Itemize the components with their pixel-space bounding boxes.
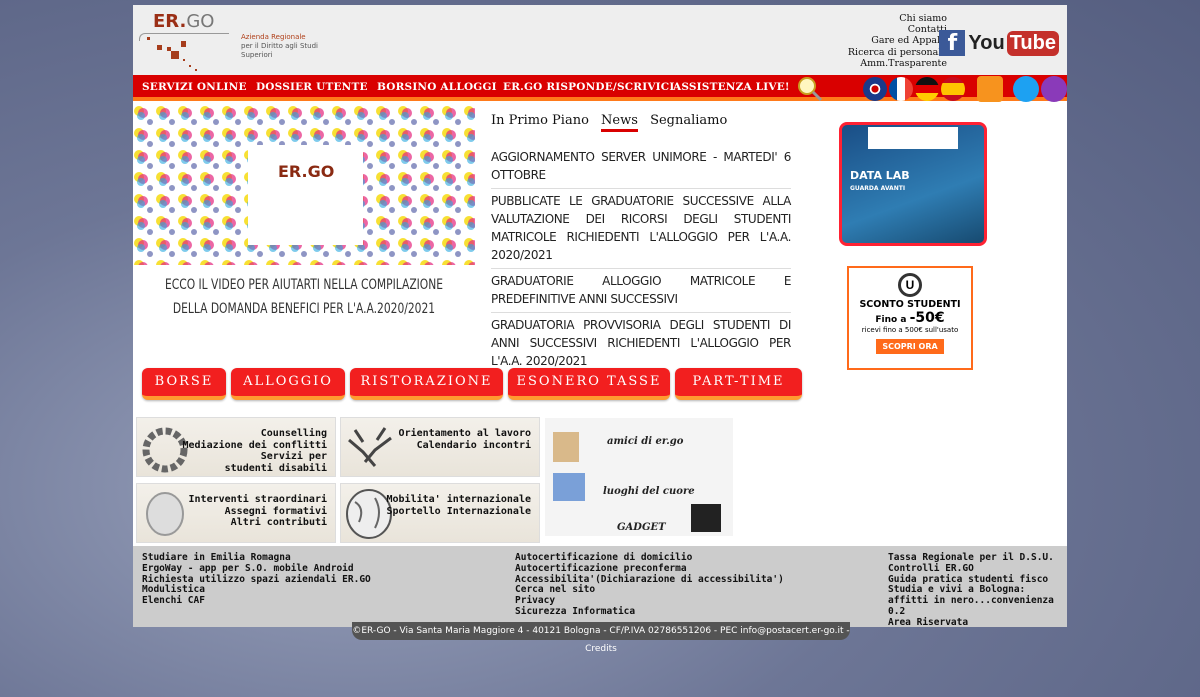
news-list: AGGIORNAMENTO SERVER UNIMORE - MARTEDI' …: [491, 145, 791, 374]
gadget-text: amici di er.go: [607, 436, 684, 447]
logo-subtitle: Azienda Regionale per il Diritto agli Stu…: [241, 33, 318, 59]
facebook-icon[interactable]: f: [939, 30, 966, 56]
news-item[interactable]: PUBBLICATE LE GRADUATORIE SUCCESSIVE ALL…: [491, 189, 791, 269]
page: ER.GO Azienda Regionale per il Diritto ag…: [133, 5, 1067, 629]
flag-germany-icon[interactable]: [915, 77, 939, 101]
footer-link[interactable]: Cerca nel sito: [515, 585, 784, 596]
footer-link[interactable]: Controlli ER.GO: [888, 563, 1063, 575]
video-caption[interactable]: ECCO IL VIDEO PER AIUTARTI NELLA COMPILA…: [159, 273, 450, 321]
video-thumbnail: ER.GO: [133, 105, 475, 265]
news-item[interactable]: GRADUATORIE ALLOGGIO MATRICOLE E PREDEFI…: [491, 269, 791, 313]
header: ER.GO Azienda Regionale per il Diritto ag…: [133, 5, 1067, 75]
social-links: f You Tube: [939, 30, 1059, 56]
tile-counselling[interactable]: Counselling Mediazione dei conflitti Servi…: [136, 417, 336, 477]
nav-assistenza-live[interactable]: ASSISTENZA LIVE!: [673, 81, 790, 93]
gadget-text: luoghi del cuore: [603, 486, 695, 497]
datalab-title: DATA LAB: [850, 169, 910, 182]
news-item[interactable]: GRADUATORIA PROVVISORIA DEGLI STUDENTI D…: [491, 313, 791, 374]
ergo-logo[interactable]: ER.GO Azienda Regionale per il Diritto ag…: [139, 9, 339, 73]
tile-orientamento[interactable]: Orientamento al lavoro Calendario incontr…: [340, 417, 540, 477]
tshirt-image: [691, 504, 721, 532]
footer-link[interactable]: Elenchi CAF: [142, 595, 371, 607]
tile-interventi[interactable]: Interventi straordinari Assegni formativi…: [136, 483, 336, 543]
handshake-icon: [348, 427, 392, 467]
toplink[interactable]: Gare ed Appalti: [848, 35, 947, 46]
news-tabs: In Primo Piano News Segnaliamo: [491, 113, 735, 132]
twitter-icon[interactable]: [1013, 76, 1039, 102]
toplink[interactable]: Ricerca di personale: [848, 47, 947, 58]
nav-dossier-utente[interactable]: DOSSIER UTENTE: [256, 81, 368, 93]
footer-link[interactable]: Studia e vivi a Bologna: affitti in nero…: [888, 584, 1063, 617]
tab-news[interactable]: News: [601, 113, 638, 132]
datalab-ad[interactable]: DATA LAB GUARDA AVANTI: [839, 122, 987, 246]
u-logo-icon: U: [898, 273, 922, 297]
ristorazione-button[interactable]: RISTORAZIONE: [350, 368, 503, 400]
flag-spain-icon[interactable]: [941, 77, 965, 101]
part-time-button[interactable]: PART-TIME: [675, 368, 802, 400]
rss-icon[interactable]: [977, 76, 1003, 102]
toplink[interactable]: Amm.Trasparente: [848, 58, 947, 69]
video-banner[interactable]: ER.GO: [133, 105, 475, 265]
footer-col-1: Studiare in Emilia Romagna ErgoWay - app…: [142, 552, 371, 607]
nav-borsino-alloggi[interactable]: BORSINO ALLOGGI: [377, 81, 497, 93]
footer-link[interactable]: Area Riservata: [888, 617, 1063, 629]
logo-text: ER.GO: [153, 11, 215, 32]
tab-segnaliamo[interactable]: Segnaliamo: [650, 113, 727, 128]
news-item[interactable]: AGGIORNAMENTO SERVER UNIMORE - MARTEDI' …: [491, 145, 791, 189]
photo-image: [553, 432, 579, 462]
ad-desc: ricevi fino a 500€ sull'usato: [861, 326, 959, 334]
alloggio-button[interactable]: ALLOGGIO: [231, 368, 345, 400]
borse-button[interactable]: BORSE: [142, 368, 226, 400]
flag-france-icon[interactable]: [889, 77, 913, 101]
nav-ergo-risponde[interactable]: ER.GO RISPONDE/SCRIVICI: [503, 81, 674, 93]
toplink[interactable]: Contatti: [848, 24, 947, 35]
ad-amount: Fino a -50€: [875, 310, 945, 326]
gadget-text: GADGET: [617, 522, 666, 533]
tile-mobilita[interactable]: Mobilita' internazionale Sportello Intern…: [340, 483, 540, 543]
coin-icon: [146, 492, 184, 536]
gadget-banner[interactable]: amici di er.go luoghi del cuore GADGET: [545, 418, 733, 536]
ad-title: SCONTO STUDENTI: [859, 299, 961, 310]
video-logo: ER.GO: [278, 162, 334, 181]
footer-link[interactable]: ErgoWay - app per S.O. mobile Android: [142, 563, 371, 575]
flag-uk-icon[interactable]: [863, 77, 887, 101]
footer-col-2: Autocertificazione di domicilio Autocert…: [515, 552, 784, 618]
footer-link[interactable]: Autocertificazione preconferma: [515, 563, 784, 575]
copyright: ©ER-GO - Via Santa Maria Maggiore 4 - 40…: [352, 622, 850, 654]
search-icon[interactable]: [797, 76, 823, 102]
esonero-tasse-button[interactable]: ESONERO TASSE: [508, 368, 670, 400]
photo-image: [553, 473, 585, 501]
nav-servizi-online[interactable]: SERVIZI ONLINE: [142, 81, 247, 93]
footer: Studiare in Emilia Romagna ErgoWay - app…: [133, 546, 1067, 629]
footer-col-3: Tassa Regionale per il D.S.U. Controlli …: [888, 552, 1063, 629]
footer-link[interactable]: Sicurezza Informatica: [515, 606, 784, 618]
youtube-icon[interactable]: You Tube: [968, 30, 1059, 56]
sconto-studenti-ad[interactable]: U SCONTO STUDENTI Fino a -50€ ricevi fin…: [847, 266, 973, 370]
toplink[interactable]: Chi siamo: [848, 13, 947, 24]
top-links: Chi siamo Contatti Gare ed Appalti Ricer…: [848, 13, 947, 69]
datalab-subtitle: GUARDA AVANTI: [850, 185, 906, 192]
tab-in-primo-piano[interactable]: In Primo Piano: [491, 113, 589, 128]
instagram-icon[interactable]: [1041, 76, 1067, 102]
main-nav: SERVIZI ONLINE DOSSIER UTENTE BORSINO AL…: [133, 75, 1067, 102]
scopri-ora-button[interactable]: SCOPRI ORA: [876, 339, 944, 354]
